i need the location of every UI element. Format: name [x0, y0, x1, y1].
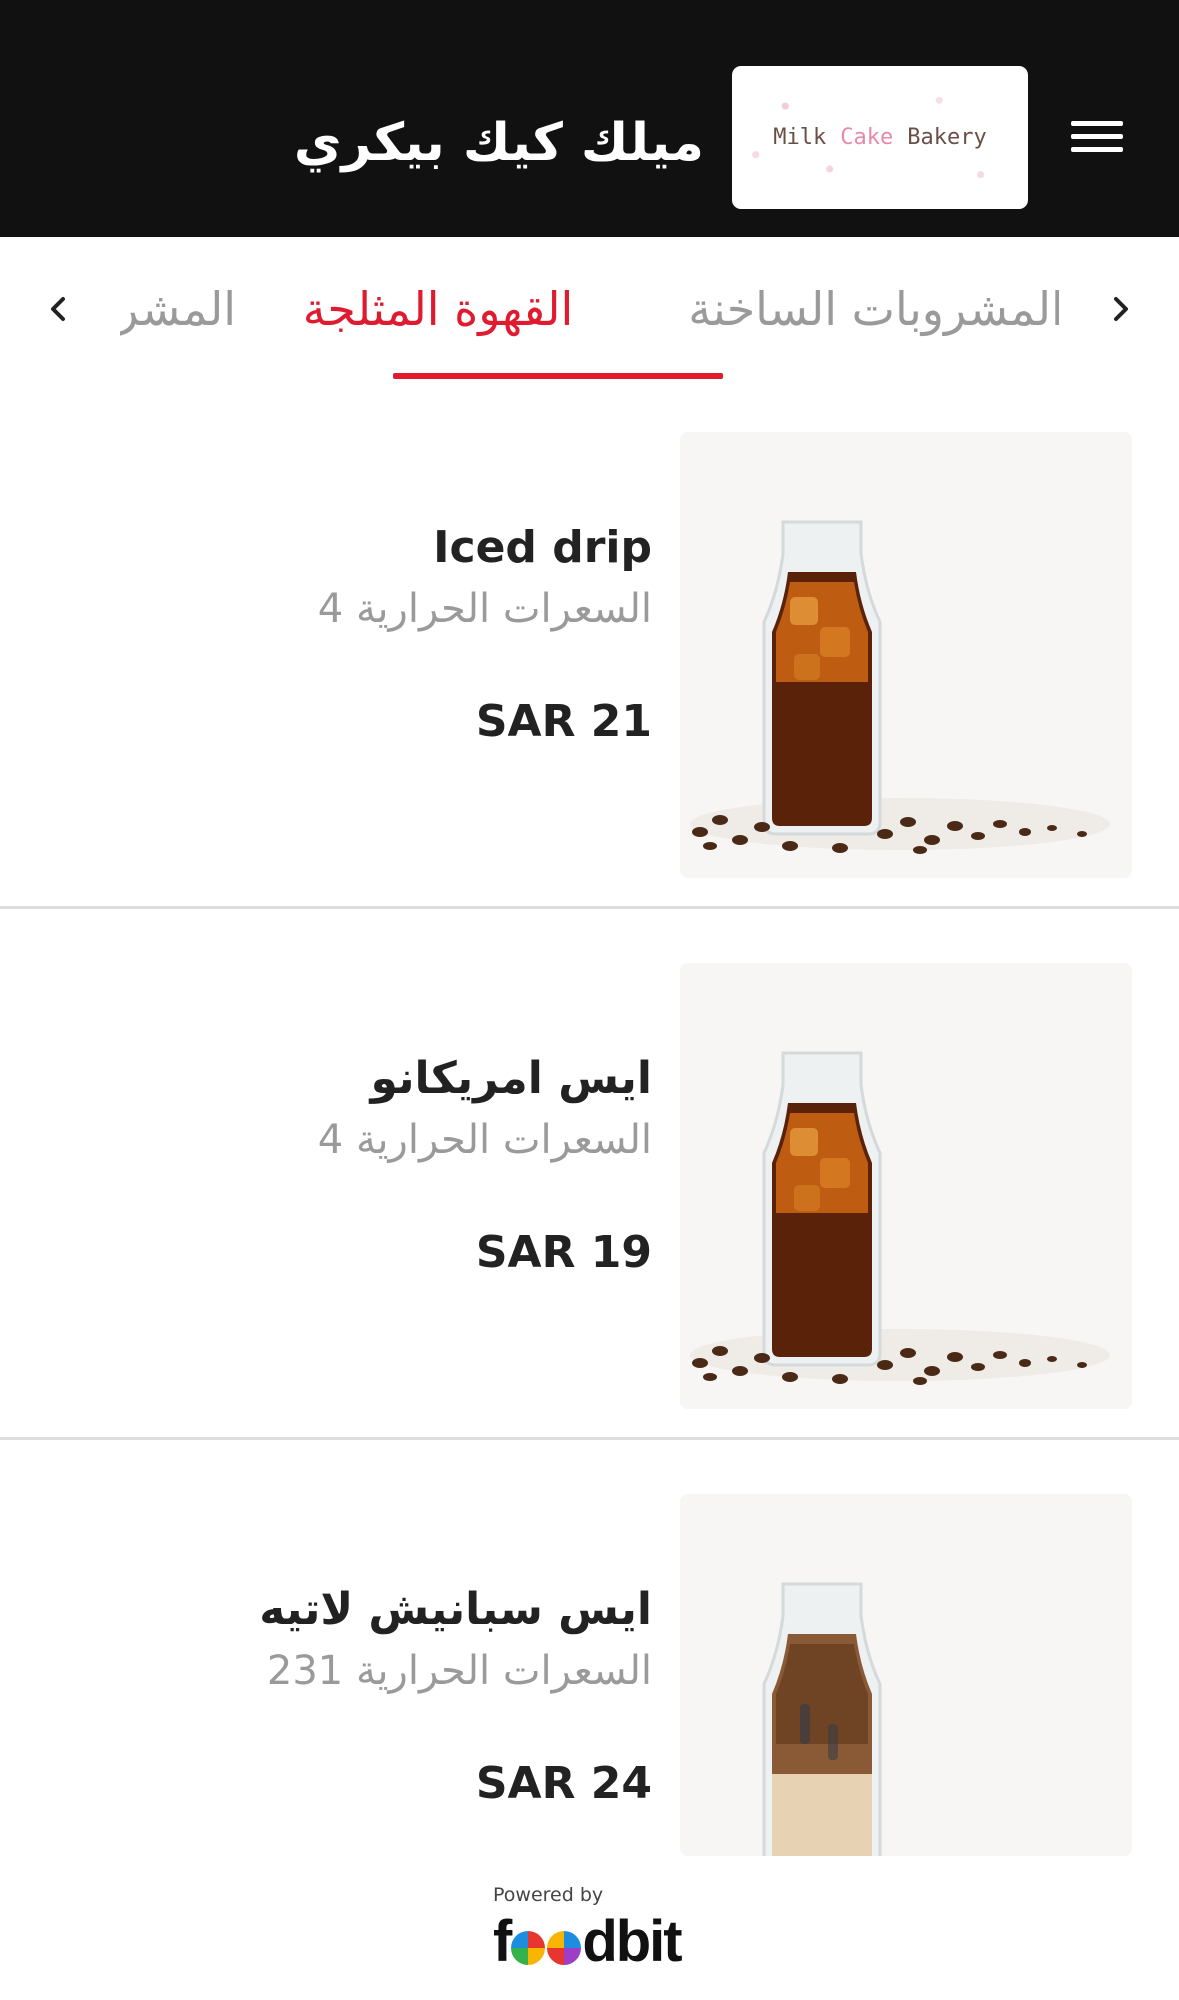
item-price: SAR 19: [475, 1227, 652, 1278]
logo-o-icon: [511, 1931, 546, 1965]
powered-by-footer: Powered by f dbit: [0, 1866, 1179, 2000]
item-image[interactable]: [680, 432, 1132, 878]
item-price: SAR 21: [475, 696, 652, 747]
menu-item[interactable]: ايس امريكانو السعرات الحرارية 4 SAR 19: [0, 915, 1179, 1445]
logo-o-icon: [547, 1931, 582, 1965]
menu-line: [1071, 147, 1123, 152]
item-image[interactable]: [680, 1494, 1132, 1856]
logo-text: Milk Cake Bakery: [732, 66, 1028, 209]
hamburger-menu-icon[interactable]: [1068, 112, 1126, 160]
menu-line: [1071, 121, 1123, 126]
tabs-strip: المشروبات الساخنة القهوة المثلجة المشرو: [120, 237, 1059, 381]
tab-hot-drinks[interactable]: المشروبات الساخنة: [640, 277, 1059, 341]
item-image[interactable]: [680, 963, 1132, 1409]
tab-iced-coffee[interactable]: القهوة المثلجة: [273, 277, 603, 341]
item-calories: السعرات الحرارية 4: [317, 586, 652, 632]
tab-drinks[interactable]: المشرو: [120, 277, 290, 341]
chevron-left-icon[interactable]: [44, 294, 74, 324]
powered-by-text: Powered by: [493, 1884, 604, 1906]
item-title: ايس سبانيش لاتيه: [259, 1584, 652, 1635]
logo-word-cake: Cake: [840, 125, 894, 150]
item-price: SAR 24: [475, 1758, 652, 1809]
foodbit-logo[interactable]: f dbit: [493, 1912, 683, 1972]
item-calories: السعرات الحرارية 4: [317, 1117, 652, 1163]
item-title: ايس امريكانو: [370, 1053, 652, 1104]
menu-item[interactable]: Iced drip السعرات الحرارية 4 SAR 21: [0, 384, 1179, 914]
active-tab-indicator: [393, 373, 723, 379]
item-title: Iced drip: [433, 522, 652, 573]
chevron-right-icon[interactable]: [1105, 294, 1135, 324]
menu-line: [1071, 134, 1123, 139]
logo-word-bakery: Bakery: [907, 125, 987, 150]
menu-item[interactable]: ايس سبانيش لاتيه السعرات الحرارية 231 SA…: [0, 1446, 1179, 1856]
category-tabs: المشروبات الساخنة القهوة المثلجة المشرو: [0, 237, 1179, 381]
item-divider: [0, 1437, 1179, 1440]
restaurant-logo[interactable]: Milk Cake Bakery: [732, 66, 1028, 209]
item-divider: [0, 906, 1179, 909]
item-calories: السعرات الحرارية 231: [266, 1648, 652, 1694]
restaurant-name: ميلك كيك بيكري: [293, 113, 704, 173]
logo-word-milk: Milk: [773, 125, 827, 150]
app-header: ميلك كيك بيكري Milk Cake Bakery: [0, 0, 1179, 237]
